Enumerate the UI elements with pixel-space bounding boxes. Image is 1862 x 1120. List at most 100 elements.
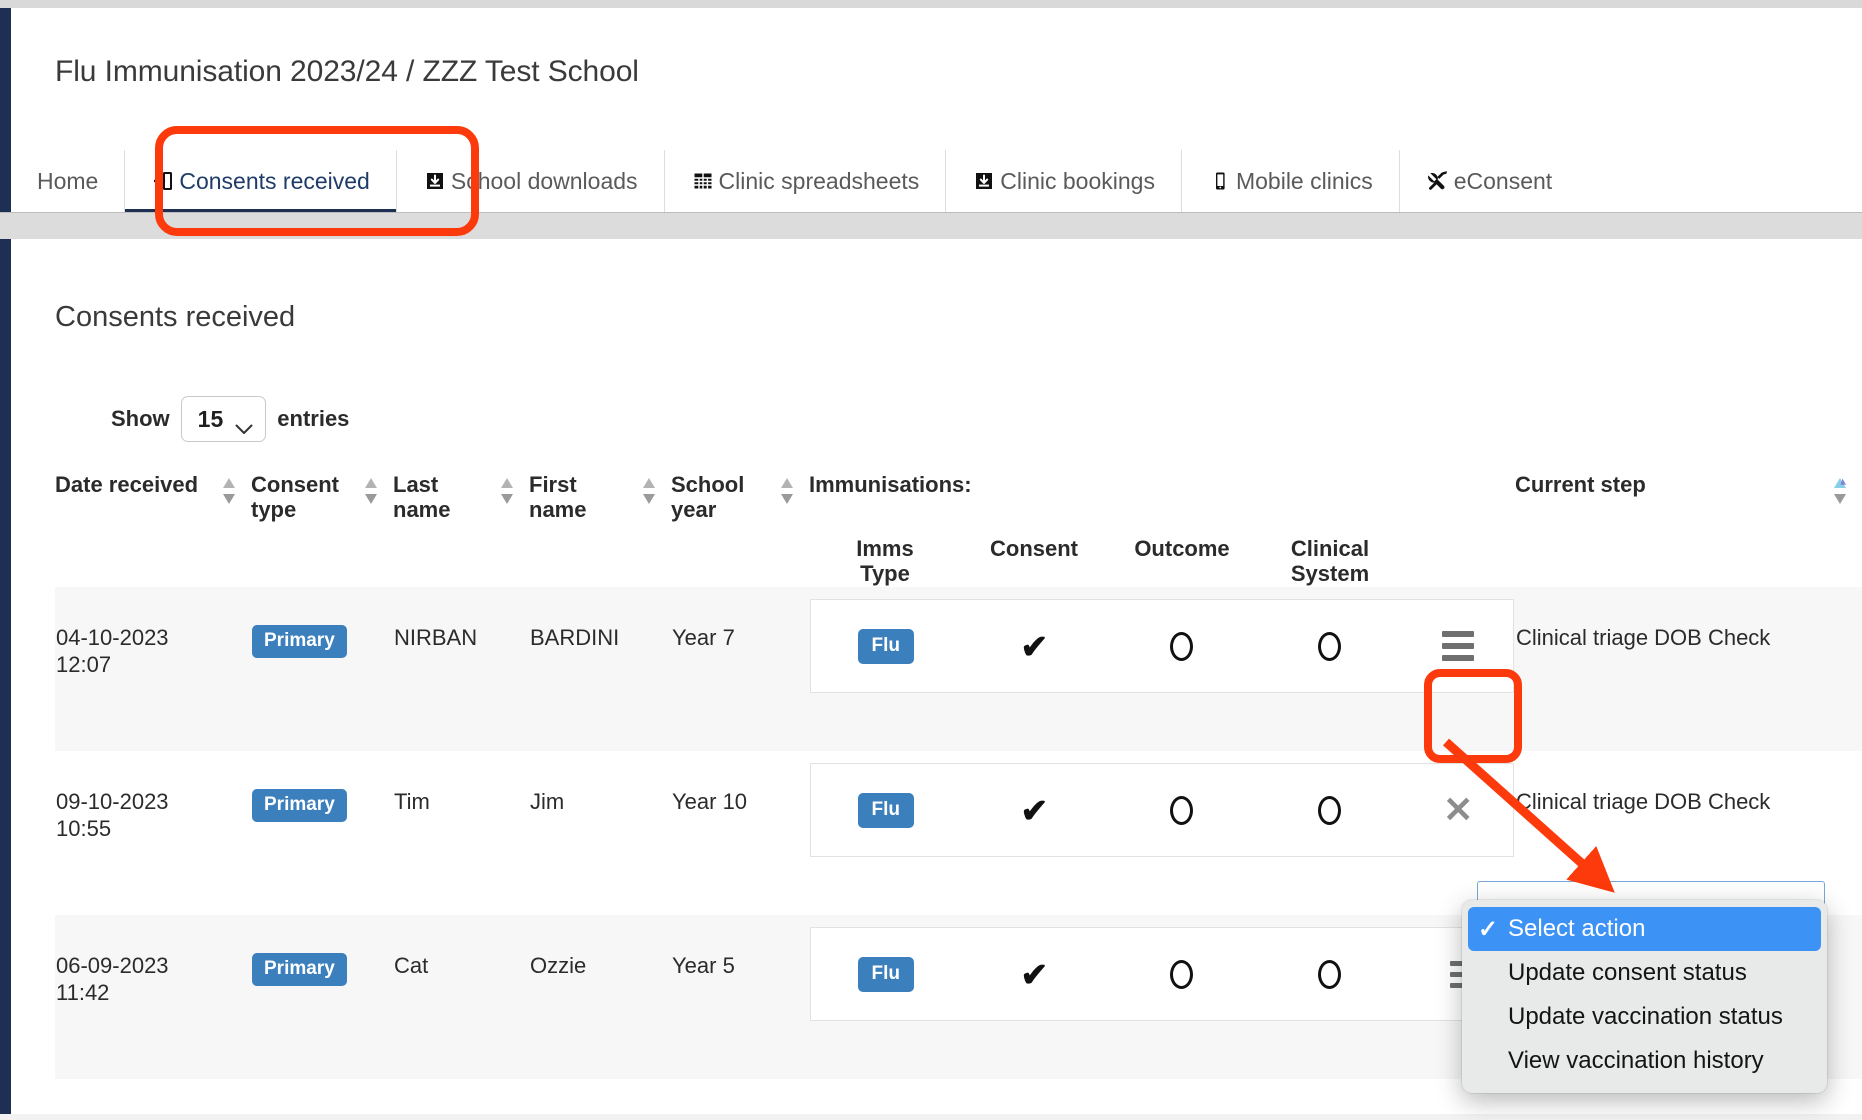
cell-first-name: Ozzie [530, 953, 587, 979]
download-box-icon [972, 169, 996, 193]
cell-immunisations: Flu ✔ ✕ [809, 751, 1515, 915]
tab-clinic-bookings-label: Clinic bookings [1000, 167, 1155, 194]
tab-clinic-bookings[interactable]: Clinic bookings [945, 150, 1181, 212]
page-title: Flu Immunisation 2023/24 / ZZZ Test Scho… [55, 55, 639, 88]
imms-type-cell: Flu [811, 600, 961, 692]
col-header-first-name-label: First name [529, 472, 587, 523]
imms-clinical-system-cell [1256, 764, 1404, 856]
subheader-outcome: Outcome [1134, 536, 1230, 562]
empty-circle-icon [1318, 631, 1342, 661]
table-row: 04-10-2023 12:07 Primary NIRBAN BARDINI Y… [55, 587, 1862, 752]
status-badge: Primary [252, 789, 347, 823]
tab-clinic-spreadsheets[interactable]: Clinic spreadsheets [663, 150, 946, 212]
entries-label: entries [277, 406, 350, 431]
col-header-school-year[interactable]: School year [671, 460, 809, 522]
subheader-blank-5 [671, 522, 809, 587]
menu-item-select-action[interactable]: ✓ Select action [1468, 907, 1821, 951]
tab-home[interactable]: Home [11, 150, 124, 212]
subheader-blank-3 [393, 522, 529, 587]
col-header-consent-type[interactable]: Consent type [251, 460, 393, 522]
tab-econsent-label: eConsent [1453, 167, 1553, 194]
col-header-last-name-label: Last name [393, 472, 451, 523]
immunisations-subtable: Flu ✔ [810, 599, 1514, 694]
cell-consent-type: Primary [251, 751, 393, 915]
tools-icon [1426, 169, 1450, 193]
imms-type-badge: Flu [857, 628, 915, 664]
cell-immunisations: Flu ✔ [809, 915, 1515, 1079]
section-heading: Consents received [55, 301, 296, 333]
col-header-last-name[interactable]: Last name [393, 460, 529, 522]
subheader-clinical-system: Clinical System [1290, 536, 1370, 587]
hamburger-menu-icon[interactable] [1442, 631, 1475, 662]
cell-first-name: Jim [530, 789, 565, 815]
tab-home-label: Home [37, 167, 99, 194]
col-header-consent-type-label: Consent type [251, 472, 339, 523]
col-header-first-name[interactable]: First name [529, 460, 671, 522]
cell-consent-type: Primary [251, 587, 393, 751]
cell-school-year: Year 5 [672, 953, 735, 979]
menu-item-update-vaccination-status-label: Update vaccination status [1508, 1003, 1783, 1030]
sort-arrows-icon-active[interactable] [1832, 474, 1848, 508]
menu-item-select-action-label: Select action [1508, 915, 1646, 942]
menu-item-update-consent-status-label: Update consent status [1508, 959, 1747, 986]
subheader-blank-4 [529, 522, 671, 587]
cell-current-step: Clinical triage DOB Check [1516, 625, 1771, 651]
imms-consent-cell: ✔ [961, 764, 1109, 856]
left-navy-rail [0, 8, 11, 1120]
imms-outcome-cell [1108, 764, 1256, 856]
empty-circle-icon [1318, 795, 1342, 825]
imms-type-badge: Flu [857, 956, 915, 992]
tab-mobile-clinics[interactable]: Mobile clinics [1180, 150, 1399, 212]
show-label: Show [111, 406, 170, 431]
empty-circle-icon [1170, 795, 1194, 825]
browser-top-strip [0, 0, 1862, 8]
menu-item-update-consent-status[interactable]: ✓ Update consent status [1468, 951, 1821, 995]
tab-econsent[interactable]: eConsent [1398, 150, 1578, 212]
cell-school-year: Year 10 [672, 789, 748, 815]
show-entries-control: Show 15 entries [111, 396, 349, 442]
menu-item-view-vaccination-history-label: View vaccination history [1508, 1047, 1764, 1074]
tab-consents-received[interactable]: Consents received [124, 150, 396, 216]
sort-arrows-icon[interactable] [221, 474, 237, 508]
empty-circle-icon [1170, 959, 1194, 989]
empty-circle-icon [1318, 959, 1342, 989]
subheader-blank-2 [251, 522, 393, 587]
subheader-blank-1 [55, 522, 251, 587]
col-header-date-received[interactable]: Date received [55, 460, 251, 522]
cell-date-received: 04-10-2023 12:07 [56, 625, 169, 678]
imms-outcome-cell [1108, 928, 1256, 1020]
mobile-phone-icon [1208, 169, 1232, 193]
imms-subheaders: Imms Type Consent Outcome Clinical System [809, 522, 1515, 587]
cell-consent-type: Primary [251, 915, 393, 1079]
status-badge: Primary [252, 953, 347, 987]
cell-last-name: Cat [394, 953, 429, 979]
imms-type-cell: Flu [811, 928, 961, 1020]
entries-value: 15 [197, 405, 224, 432]
col-header-current-step[interactable]: Current step [1515, 460, 1862, 522]
subheader-blank-6 [1515, 522, 1862, 587]
subheader-imms-type: Imms Type [856, 536, 914, 587]
col-header-date-received-label: Date received [55, 472, 199, 497]
menu-item-view-vaccination-history[interactable]: ✓ View vaccination history [1468, 1039, 1821, 1083]
imms-type-badge: Flu [857, 792, 915, 828]
close-x-icon[interactable]: ✕ [1443, 792, 1473, 828]
chevron-down-icon [235, 414, 253, 434]
nav-divider-band [0, 212, 1862, 239]
sort-arrows-icon[interactable] [499, 474, 515, 508]
sort-arrows-icon[interactable] [641, 474, 657, 508]
cell-last-name: NIRBAN [394, 625, 478, 651]
col-header-current-step-label: Current step [1515, 472, 1646, 497]
sort-arrows-icon[interactable] [363, 474, 379, 508]
imms-outcome-cell [1108, 600, 1256, 692]
immunisations-subtable: Flu ✔ [810, 927, 1514, 1022]
menu-item-update-vaccination-status[interactable]: ✓ Update vaccination status [1468, 995, 1821, 1039]
entries-per-page-select[interactable]: 15 [180, 396, 267, 442]
imms-action-cell[interactable] [1403, 600, 1513, 692]
sort-arrows-icon[interactable] [779, 474, 795, 508]
check-icon-placeholder: ✓ [1478, 1047, 1508, 1076]
imms-action-cell[interactable]: ✕ [1403, 764, 1513, 856]
check-icon: ✔ [1020, 791, 1049, 829]
tab-school-downloads[interactable]: School downloads [395, 150, 664, 212]
empty-circle-icon [1170, 631, 1194, 661]
bottom-strip [0, 1114, 1862, 1120]
